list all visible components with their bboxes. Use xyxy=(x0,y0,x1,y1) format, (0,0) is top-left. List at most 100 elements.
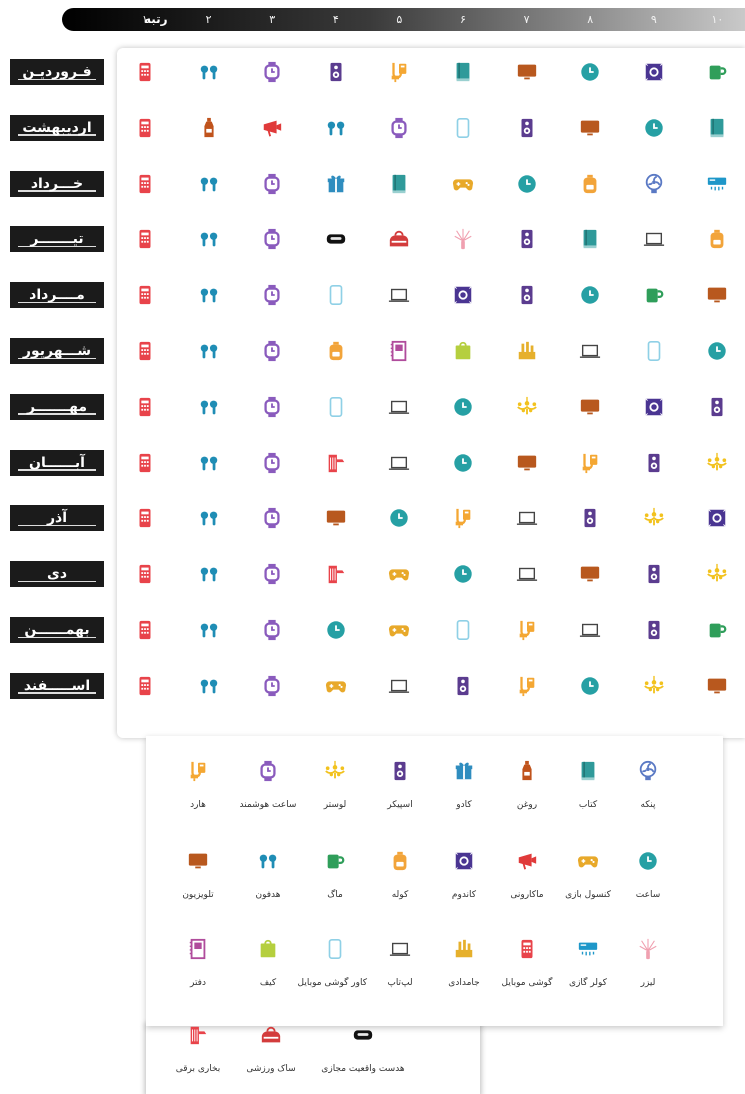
watch-icon xyxy=(257,280,287,310)
phone-icon xyxy=(130,448,160,478)
legend-item: هدست واقعیت مجازی xyxy=(303,1020,423,1090)
speaker-icon xyxy=(385,756,415,786)
speaker-icon xyxy=(512,224,542,254)
tv-icon xyxy=(512,448,542,478)
legend-item: لپ‌تاپ xyxy=(368,934,432,1004)
phone-icon xyxy=(130,280,160,310)
phone-icon xyxy=(130,671,160,701)
phonecase-icon xyxy=(639,336,669,366)
earbuds-icon xyxy=(194,57,224,87)
rank-header-bar: رتبه ۱ ۲ ۳ ۴ ۵ ۶ ۷ ۸ ۹ ۱۰ xyxy=(62,8,745,31)
legend-item: کتاب xyxy=(556,756,620,826)
gymbag-icon xyxy=(256,1020,286,1050)
earbuds-icon xyxy=(253,846,283,876)
rank-number: ۴ xyxy=(332,13,339,26)
condom-icon xyxy=(702,503,732,533)
month-label: تیـــــــر xyxy=(10,226,104,253)
phonecase-icon xyxy=(448,615,478,645)
condom-icon xyxy=(639,57,669,87)
legend-item: پنکه xyxy=(616,756,680,826)
backpack-icon xyxy=(321,336,351,366)
laptop-icon xyxy=(575,336,605,366)
legend-item: کوله xyxy=(368,846,432,916)
legend-label: هدست واقعیت مجازی xyxy=(321,1064,405,1074)
legend-label: دفتر xyxy=(190,978,206,988)
monthly-ranking-table: فـروردیـن اردیبهشت خـــرداد تیـــــــر مــــ… xyxy=(10,48,745,738)
phone-icon xyxy=(130,615,160,645)
month-label: فـروردیـن xyxy=(10,59,104,85)
legend-item: تلویزیون xyxy=(166,846,230,916)
rank-number: ۹ xyxy=(650,13,657,26)
legend-label: کنسول بازی xyxy=(565,890,611,900)
legend-item: اسپیکر xyxy=(368,756,432,826)
gamepad-icon xyxy=(384,559,414,589)
legend-label: لپ‌تاپ xyxy=(387,978,413,988)
vr-icon xyxy=(348,1020,378,1050)
pasta-icon xyxy=(512,846,542,876)
speaker-icon xyxy=(512,113,542,143)
gift-icon xyxy=(449,756,479,786)
watch-icon xyxy=(257,503,287,533)
legend-label: جامدادی xyxy=(448,978,480,988)
oil-icon xyxy=(194,113,224,143)
earbuds-icon xyxy=(194,336,224,366)
watch-icon xyxy=(257,448,287,478)
laptop-icon xyxy=(639,224,669,254)
laptop-icon xyxy=(385,934,415,964)
watch-icon xyxy=(257,559,287,589)
laptop-icon xyxy=(575,615,605,645)
speaker-icon xyxy=(575,503,605,533)
laptop-icon xyxy=(512,559,542,589)
rank-number: ۱ xyxy=(142,13,148,26)
gamepad-icon xyxy=(384,615,414,645)
clock-icon xyxy=(512,169,542,199)
speaker-icon xyxy=(448,671,478,701)
bag-icon xyxy=(253,934,283,964)
legend-item: کیف xyxy=(236,934,300,1004)
hairdryer-icon xyxy=(384,57,414,87)
hairdryer-icon xyxy=(183,756,213,786)
phone-icon xyxy=(130,113,160,143)
condom-icon xyxy=(449,846,479,876)
ac-icon xyxy=(573,934,603,964)
legend-label: هدفون xyxy=(255,890,281,900)
earbuds-icon xyxy=(194,615,224,645)
speaker-icon xyxy=(639,448,669,478)
legend-item: کولر گازی xyxy=(556,934,620,1004)
tv-icon xyxy=(702,280,732,310)
legend-item: روغن xyxy=(495,756,559,826)
chandelier-icon xyxy=(639,671,669,701)
laptop-icon xyxy=(384,448,414,478)
rank-number: ۲ xyxy=(205,13,212,26)
speaker-icon xyxy=(639,615,669,645)
vr-icon xyxy=(321,224,351,254)
gamepad-icon xyxy=(573,846,603,876)
legend-label: بخاری برقی xyxy=(175,1064,221,1074)
gamepad-icon xyxy=(321,671,351,701)
hairdryer-icon xyxy=(575,448,605,478)
legend-label: ماکارونی xyxy=(510,890,544,900)
phonecase-icon xyxy=(448,113,478,143)
legend-item: کادو xyxy=(432,756,496,826)
earbuds-icon xyxy=(194,392,224,422)
phonecase-icon xyxy=(321,280,351,310)
rank-number: ۱۰ xyxy=(711,13,724,26)
book-icon xyxy=(573,756,603,786)
earbuds-icon xyxy=(321,113,351,143)
gymbag-icon xyxy=(384,224,414,254)
legend-item: ساعت xyxy=(616,846,680,916)
tv-icon xyxy=(512,57,542,87)
legend-item: دفتر xyxy=(166,934,230,1004)
phone-icon xyxy=(130,336,160,366)
chandelier-icon xyxy=(512,392,542,422)
rank-number: ۷ xyxy=(523,13,530,26)
condom-icon xyxy=(448,280,478,310)
phonecase-icon xyxy=(321,392,351,422)
phone-icon xyxy=(130,57,160,87)
clock-icon xyxy=(448,448,478,478)
legend-label: ماگ xyxy=(327,890,343,900)
rank-number: ۸ xyxy=(587,13,594,26)
speaker-icon xyxy=(639,559,669,589)
chandelier-icon xyxy=(702,448,732,478)
chandelier-icon xyxy=(702,559,732,589)
